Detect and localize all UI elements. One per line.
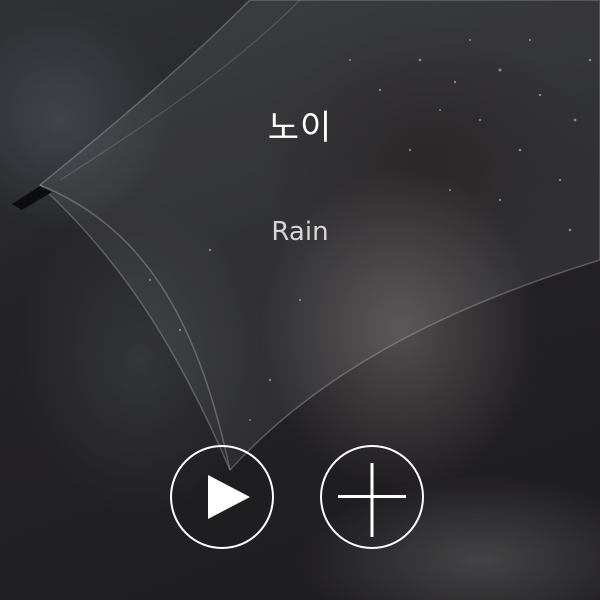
add-button[interactable] [320, 445, 424, 549]
track-artist: Rain [271, 217, 329, 247]
play-icon [208, 475, 250, 519]
player-card: 노이 Rain [0, 0, 600, 600]
play-button[interactable] [170, 445, 274, 549]
dim-overlay [0, 0, 600, 600]
track-title: 노이 [267, 108, 333, 148]
plus-icon [338, 463, 406, 537]
